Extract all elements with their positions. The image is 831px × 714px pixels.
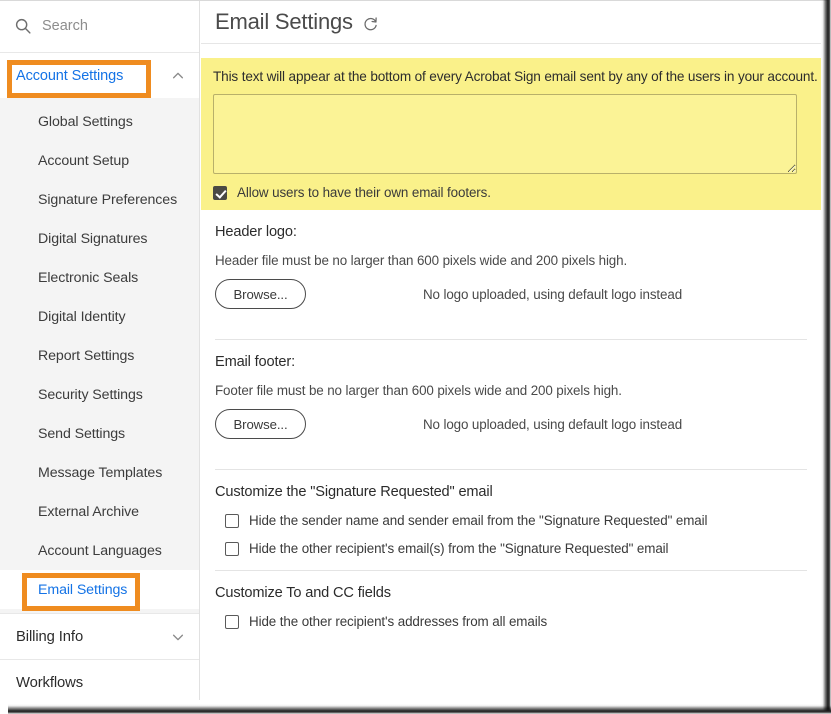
- signature-requested-title: Customize the "Signature Requested" emai…: [215, 484, 493, 501]
- email-footer-logo-browse-row: Browse... No logo uploaded, using defaul…: [215, 409, 807, 440]
- page-title: Email Settings: [215, 8, 353, 34]
- search-icon: [15, 18, 31, 34]
- sidebar-item-label: Report Settings: [38, 347, 135, 364]
- sidebar-item-external-archive[interactable]: External Archive: [0, 492, 199, 531]
- hide-recipient-addresses-checkbox[interactable]: [225, 614, 239, 629]
- to-cc-fields-section: Customize To and CC fields Hide the othe…: [201, 585, 821, 645]
- hide-sender-name-row[interactable]: Hide the sender name and sender email fr…: [215, 513, 807, 528]
- hide-recipient-emails-label: Hide the other recipient's email(s) from…: [249, 541, 669, 557]
- hide-recipient-emails-checkbox[interactable]: [225, 541, 239, 556]
- sidebar-item-label: Send Settings: [38, 425, 126, 442]
- sidebar-item-email-settings[interactable]: Email Settings: [0, 570, 199, 609]
- header-logo-browse-button[interactable]: Browse...: [215, 279, 306, 310]
- sidebar-item-account-languages[interactable]: Account Languages: [0, 531, 199, 570]
- sidebar-item-label: Electronic Seals: [38, 269, 139, 286]
- allow-own-footers-row[interactable]: Allow users to have their own email foot…: [213, 185, 809, 200]
- hide-sender-name-checkbox[interactable]: [225, 513, 239, 528]
- sidebar-item-workflows[interactable]: Workflows: [0, 659, 199, 700]
- divider: [215, 339, 807, 341]
- main-content: Email Settings This text will appear at …: [201, 0, 821, 700]
- sidebar-submenu: Global Settings Account Setup Signature …: [0, 98, 199, 613]
- email-footer-logo-section: Email footer: Footer file must be no lar…: [201, 354, 821, 469]
- chevron-up-icon[interactable]: [171, 69, 185, 83]
- hide-recipient-emails-row[interactable]: Hide the other recipient's email(s) from…: [215, 541, 807, 556]
- email-footer-logo-browse-button[interactable]: Browse...: [215, 409, 306, 440]
- page-header: Email Settings: [201, 0, 821, 44]
- sidebar-item-label: Global Settings: [38, 113, 133, 130]
- header-logo-status: No logo uploaded, using default logo ins…: [423, 286, 683, 302]
- sidebar-item-account-settings[interactable]: Account Settings: [0, 53, 199, 98]
- sidebar-item-signature-preferences[interactable]: Signature Preferences: [0, 180, 199, 219]
- signature-requested-section: Customize the "Signature Requested" emai…: [201, 484, 821, 570]
- allow-own-footers-checkbox[interactable]: [213, 185, 227, 200]
- sidebar-item-label: Digital Signatures: [38, 230, 148, 247]
- email-footer-panel: This text will appear at the bottom of e…: [201, 58, 821, 211]
- window-right-shadow: [821, 0, 831, 714]
- sidebar-item-label: Digital Identity: [38, 308, 126, 325]
- email-footer-logo-status: No logo uploaded, using default logo ins…: [423, 416, 683, 432]
- email-footer-logo-title: Email footer:: [215, 354, 295, 371]
- sidebar-item-digital-signatures[interactable]: Digital Signatures: [0, 219, 199, 258]
- sidebar-item-electronic-seals[interactable]: Electronic Seals: [0, 258, 199, 297]
- email-footer-textarea[interactable]: [213, 94, 797, 175]
- app-window: Account Settings Global Settings Account…: [0, 0, 831, 714]
- window-bottom-shadow: [0, 704, 831, 714]
- sidebar-item-label: External Archive: [38, 503, 139, 520]
- sidebar-item-label: Security Settings: [38, 386, 143, 403]
- sidebar-item-label: Account Setup: [38, 152, 129, 169]
- sidebar-item-report-settings[interactable]: Report Settings: [0, 336, 199, 375]
- search-bar[interactable]: [0, 0, 199, 53]
- sidebar-item-digital-identity[interactable]: Digital Identity: [0, 297, 199, 336]
- refresh-icon[interactable]: [362, 15, 379, 32]
- to-cc-fields-title: Customize To and CC fields: [215, 585, 391, 602]
- hide-recipient-addresses-row[interactable]: Hide the other recipient's addresses fro…: [215, 614, 807, 629]
- hide-sender-name-label: Hide the sender name and sender email fr…: [249, 513, 708, 529]
- sidebar-item-label: Message Templates: [38, 464, 163, 481]
- sidebar-item-label: Email Settings: [38, 581, 128, 598]
- header-logo-title: Header logo:: [215, 224, 297, 241]
- header-logo-browse-row: Browse... No logo uploaded, using defaul…: [215, 279, 807, 310]
- sidebar-item-account-setup[interactable]: Account Setup: [0, 141, 199, 180]
- sidebar-item-message-templates[interactable]: Message Templates: [0, 453, 199, 492]
- sidebar-item-label: Account Settings: [16, 67, 124, 84]
- sidebar-item-label: Account Languages: [38, 542, 162, 559]
- sidebar-item-label: Billing Info: [16, 628, 84, 645]
- allow-own-footers-label: Allow users to have their own email foot…: [237, 185, 491, 201]
- sidebar-item-security-settings[interactable]: Security Settings: [0, 375, 199, 414]
- hide-recipient-addresses-label: Hide the other recipient's addresses fro…: [249, 614, 548, 630]
- sidebar-item-billing-info[interactable]: Billing Info: [0, 613, 199, 659]
- email-footer-description: This text will appear at the bottom of e…: [213, 69, 818, 84]
- sidebar-item-global-settings[interactable]: Global Settings: [0, 102, 199, 141]
- sidebar-item-label: Workflows: [16, 674, 84, 691]
- sidebar-item-label: Signature Preferences: [38, 191, 178, 208]
- header-logo-note: Header file must be no larger than 600 p…: [215, 253, 628, 269]
- sidebar-item-send-settings[interactable]: Send Settings: [0, 414, 199, 453]
- email-footer-logo-note: Footer file must be no larger than 600 p…: [215, 383, 622, 399]
- search-input[interactable]: [42, 18, 182, 34]
- header-logo-section: Header logo: Header file must be no larg…: [201, 224, 821, 339]
- sidebar: Account Settings Global Settings Account…: [0, 0, 200, 700]
- divider: [215, 570, 807, 572]
- chevron-down-icon[interactable]: [171, 630, 185, 644]
- divider: [215, 469, 807, 471]
